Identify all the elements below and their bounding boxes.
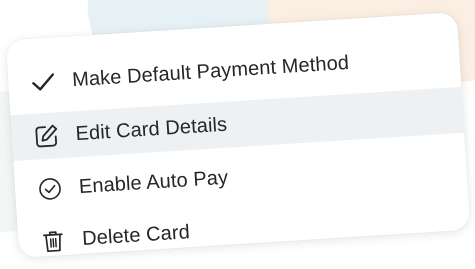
menu-item-label: Make Default Payment Method [71,51,350,91]
menu-item-label: Enable Auto Pay [78,166,229,198]
card-actions-menu: Make Default Payment Method Edit Card De… [5,12,471,258]
checkmark-icon [30,68,58,96]
menu-item-label: Delete Card [81,220,191,250]
trash-icon [39,227,67,255]
check-circle-icon [36,175,64,203]
menu-item-label: Edit Card Details [74,113,228,145]
edit-pencil-icon [33,122,61,150]
